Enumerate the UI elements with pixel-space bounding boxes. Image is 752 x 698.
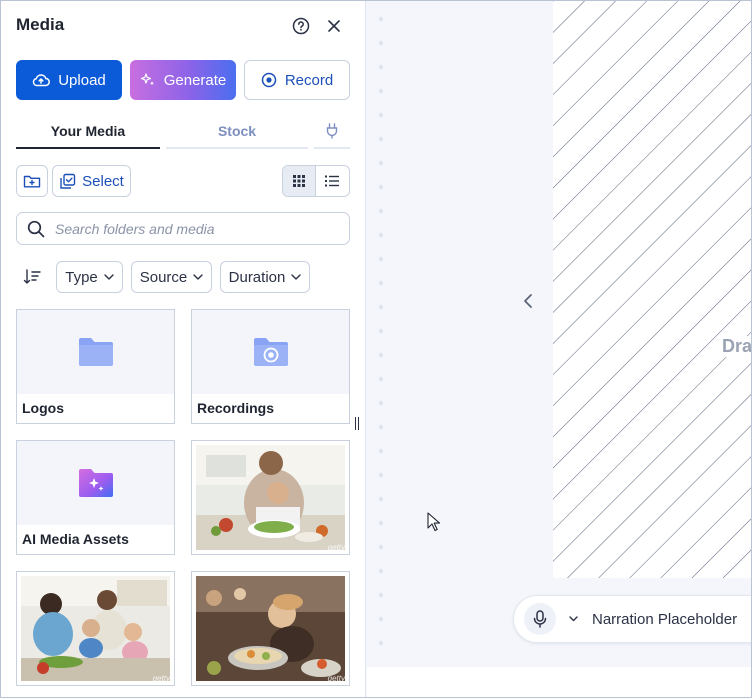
duration-filter[interactable]: Duration bbox=[220, 261, 310, 293]
tab-your-media[interactable]: Your Media bbox=[16, 114, 160, 149]
panel-resize-handle[interactable] bbox=[355, 417, 361, 430]
new-folder-button[interactable] bbox=[16, 165, 48, 197]
grid-icon bbox=[292, 175, 305, 187]
type-filter-label: Type bbox=[65, 268, 98, 286]
record-button[interactable]: Record bbox=[244, 60, 350, 100]
media-panel: Media Upload Generate Record Your Media … bbox=[1, 1, 366, 697]
microphone-button[interactable] bbox=[524, 603, 556, 635]
sort-icon bbox=[23, 269, 41, 284]
grid-view-button[interactable] bbox=[283, 166, 316, 196]
plug-icon bbox=[326, 122, 338, 139]
chevron-down-icon bbox=[104, 274, 114, 280]
hatch-pattern bbox=[553, 1, 751, 578]
mouse-cursor-icon bbox=[427, 512, 441, 532]
view-toggle bbox=[282, 165, 350, 197]
record-label: Record bbox=[284, 71, 334, 89]
sort-button[interactable] bbox=[21, 265, 43, 289]
cloud-upload-icon bbox=[33, 74, 51, 87]
source-filter-label: Source bbox=[139, 268, 188, 286]
multi-select-icon bbox=[60, 173, 76, 189]
folder-label: AI Media Assets bbox=[22, 531, 129, 547]
folder-add-icon bbox=[23, 175, 41, 188]
watermark: getty bbox=[327, 674, 345, 683]
folder-thumb bbox=[17, 310, 174, 394]
folder-thumb bbox=[192, 310, 349, 394]
narration-label: Narration Placeholder bbox=[592, 610, 738, 628]
chevron-down-icon bbox=[568, 616, 578, 622]
microphone-icon bbox=[533, 610, 547, 628]
folder-card-ai-media-assets[interactable]: AI Media Assets bbox=[16, 440, 175, 555]
help-icon[interactable] bbox=[290, 15, 312, 37]
narration-bar: Narration Placeholder bbox=[513, 595, 752, 643]
watermark: getty bbox=[327, 543, 345, 552]
select-label: Select bbox=[82, 172, 124, 190]
duration-filter-label: Duration bbox=[228, 268, 286, 286]
watermark: getty bbox=[152, 674, 170, 683]
media-thumbnail-image bbox=[196, 576, 345, 681]
drop-zone[interactable]: Dra bbox=[553, 1, 751, 578]
chevron-down-icon bbox=[193, 274, 203, 280]
search-input[interactable] bbox=[55, 220, 325, 237]
source-filter[interactable]: Source bbox=[131, 261, 212, 293]
upload-button[interactable]: Upload bbox=[16, 60, 122, 100]
generate-button[interactable]: Generate bbox=[130, 60, 236, 100]
chevron-down-icon bbox=[291, 274, 302, 280]
record-icon bbox=[261, 72, 277, 88]
microphone-options-button[interactable] bbox=[566, 612, 580, 626]
recordings-folder-icon bbox=[253, 338, 288, 366]
search-icon bbox=[27, 220, 45, 237]
type-filter[interactable]: Type bbox=[56, 261, 123, 293]
dotted-guide bbox=[379, 1, 383, 661]
select-button[interactable]: Select bbox=[52, 165, 131, 197]
folder-card-recordings[interactable]: Recordings bbox=[191, 309, 350, 424]
folder-thumb bbox=[17, 441, 174, 525]
list-view-button[interactable] bbox=[316, 166, 349, 196]
ai-folder-icon bbox=[78, 469, 113, 497]
media-thumbnail-image bbox=[196, 445, 345, 550]
close-icon[interactable] bbox=[323, 15, 345, 37]
list-icon bbox=[325, 175, 340, 187]
folder-icon bbox=[78, 338, 113, 366]
timeline-strip bbox=[367, 667, 751, 697]
chevron-left-icon bbox=[524, 294, 532, 308]
media-image-card[interactable]: getty bbox=[16, 571, 175, 686]
media-thumbnail-image bbox=[21, 576, 170, 681]
media-image-card[interactable]: getty bbox=[191, 571, 350, 686]
sparkle-icon bbox=[140, 73, 154, 86]
panel-title: Media bbox=[16, 15, 65, 34]
media-image-card[interactable]: getty bbox=[191, 440, 350, 555]
tab-plugins[interactable] bbox=[314, 114, 350, 149]
folder-label: Logos bbox=[22, 400, 64, 416]
previous-scene-button[interactable] bbox=[518, 289, 538, 313]
search-box bbox=[16, 212, 350, 245]
media-tabs: Your Media Stock bbox=[16, 114, 350, 149]
upload-label: Upload bbox=[58, 71, 106, 89]
drop-zone-label: Dra bbox=[722, 336, 751, 357]
folder-card-logos[interactable]: Logos bbox=[16, 309, 175, 424]
tab-stock[interactable]: Stock bbox=[166, 114, 308, 149]
generate-label: Generate bbox=[163, 71, 227, 89]
folder-label: Recordings bbox=[197, 400, 275, 416]
